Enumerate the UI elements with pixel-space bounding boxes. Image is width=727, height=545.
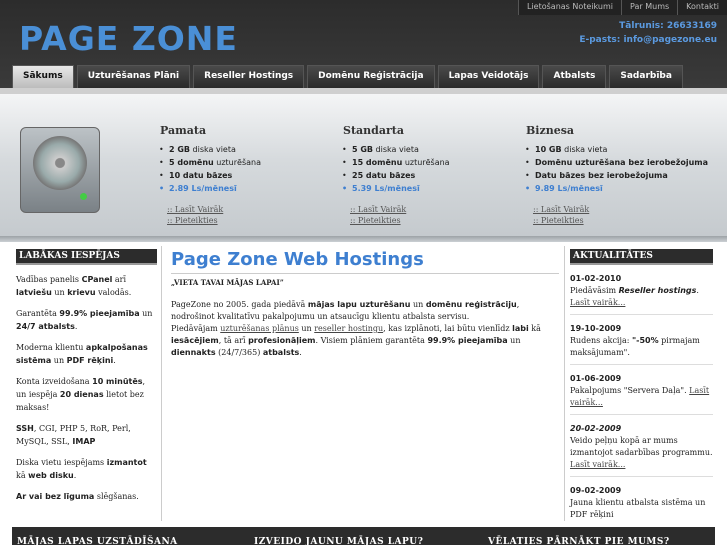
plan-title: Pamata [160, 124, 207, 137]
feature-text: Moderna klientu apkalpošanas sistēma un … [16, 343, 148, 365]
apply-link[interactable]: :: Pieteikties [167, 215, 305, 226]
main-content: Page Zone Web Hostings „VIETA TAVAI MĀJA… [171, 249, 559, 359]
sidebar-title: LABĀKAS IESPĒJAS [16, 249, 157, 265]
footer-heading-setup: MĀJAS LAPAS UZSTĀDĪŠANA [17, 537, 178, 545]
nav-partnership[interactable]: Sadarbība [609, 65, 683, 88]
footer-heading-create: IZVEIDO JAUNU MĀJAS LAPU? [254, 537, 424, 545]
plan-feature: 5 GB diska vieta [338, 143, 488, 156]
news-item: 09-02-2009 Jauna klientu atbalsta sistēm… [570, 485, 713, 521]
footer-bar: MĀJAS LAPAS UZSTĀDĪŠANA IZVEIDO JAUNU MĀ… [12, 527, 715, 545]
nav-reseller[interactable]: Reseller Hostings [193, 65, 305, 88]
site-logo[interactable]: PAGE ZONE [19, 19, 238, 58]
plan-price: 9.89 Ls/mēnesī [521, 182, 716, 195]
feature-text: Diska vietu iespējams izmantot kā web di… [16, 458, 147, 480]
top-links: Lietošanas Noteikumi Par Mums Kontakti [517, 0, 727, 15]
plan-feature: Datu bāzes bez ierobežojuma [521, 169, 716, 182]
phone-text: Tālrunis: 26633169 [619, 21, 717, 31]
plan-title: Biznesa [526, 124, 575, 137]
page-title: Page Zone Web Hostings [171, 249, 559, 274]
plan-basic: Pamata 2 GB diska vieta 5 domēnu uzturēš… [155, 124, 305, 226]
news-read-more-link[interactable]: Lasīt vairāk... [570, 298, 625, 307]
terms-link[interactable]: Lietošanas Noteikumi [517, 0, 621, 15]
apply-link[interactable]: :: Pieteikties [533, 215, 716, 226]
intro-text: PageZone no 2005. gada piedāvā mājas lap… [171, 300, 541, 357]
plans-banner: Pamata 2 GB diska vieta 5 domēnu uzturēš… [0, 94, 727, 240]
feature-text: Vadības panelis CPanel arī latviešu un k… [16, 275, 132, 297]
apply-link[interactable]: :: Pieteikties [350, 215, 488, 226]
plan-feature: 10 datu bāzes [155, 169, 305, 182]
nav-hosting-plans[interactable]: Uzturēšanas Plāni [76, 65, 191, 88]
nav-home[interactable]: Sākums [12, 65, 74, 88]
news-item: 19-10-2009 Rudens akcija: "-50% pirmajam… [570, 323, 713, 365]
news-item: 20-02-2009 Veido peļņu kopā ar mums izma… [570, 423, 713, 477]
news-date: 09-02-2009 [570, 486, 622, 495]
news-date: 20-02-2009 [570, 424, 622, 433]
column-divider [564, 246, 565, 521]
column-divider [161, 246, 162, 521]
feature-text: SSH, CGI, PHP 5, RoR, Perl, MySQL, SSL, … [16, 424, 131, 446]
slogan: „VIETA TAVAI MĀJAS LAPAI” [171, 278, 284, 287]
main-nav: Sākums Uzturēšanas Plāni Reseller Hostin… [12, 65, 683, 88]
news-title: AKTUALITĀTES [570, 249, 713, 265]
banner-divider [0, 236, 727, 242]
email-text: E-pasts: info@pagezone.eu [579, 35, 717, 45]
read-more-link[interactable]: :: Lasīt Vairāk [167, 204, 305, 215]
nav-domain-registration[interactable]: Domēnu Reģistrācija [307, 65, 435, 88]
header: Lietošanas Noteikumi Par Mums Kontakti P… [0, 0, 727, 88]
plan-feature: 2 GB diska vieta [155, 143, 305, 156]
feature-text: Garantēta 99.9% pieejamība un 24/7 atbal… [16, 309, 153, 331]
hard-drive-icon [20, 127, 100, 213]
plan-feature: 10 GB diska vieta [521, 143, 716, 156]
news-read-more-link[interactable]: Lasīt vairāk... [570, 460, 625, 469]
news-sidebar: AKTUALITĀTES 01-02-2010 Piedāvāsim Resel… [570, 249, 713, 521]
news-date: 19-10-2009 [570, 324, 622, 333]
feature-text: Ar vai bez līguma slēgšanas. [16, 492, 139, 501]
plan-title: Standarta [343, 124, 404, 137]
plan-price: 2.89 Ls/mēnesī [155, 182, 305, 195]
plan-feature: 5 domēnu uzturēšana [155, 156, 305, 169]
plan-price: 5.39 Ls/mēnesī [338, 182, 488, 195]
plan-feature: Domēnu uzturēšana bez ierobežojuma [521, 156, 716, 169]
plan-business: Biznesa 10 GB diska vieta Domēnu uzturēš… [521, 124, 716, 226]
reseller-link[interactable]: reseller hostingu [314, 324, 383, 333]
contacts-link[interactable]: Kontakti [677, 0, 727, 15]
read-more-link[interactable]: :: Lasīt Vairāk [533, 204, 716, 215]
news-item: 01-06-2009 Pakalpojums "Servera Daļa". L… [570, 373, 713, 415]
news-date: 01-02-2010 [570, 274, 622, 283]
hosting-plans-link[interactable]: uzturēšanas plānus [220, 324, 299, 333]
nav-support[interactable]: Atbalsts [542, 65, 607, 88]
plan-feature: 15 domēnu uzturēšana [338, 156, 488, 169]
news-item: 01-02-2010 Piedāvāsim Reseller hostings.… [570, 273, 713, 315]
contact-info: Tālrunis: 26633169 E-pasts: info@pagezon… [579, 19, 717, 47]
nav-site-builder[interactable]: Lapas Veidotājs [437, 65, 540, 88]
read-more-link[interactable]: :: Lasīt Vairāk [350, 204, 488, 215]
about-link[interactable]: Par Mums [621, 0, 677, 15]
feature-text: Konta izveidošana 10 minūtēs, un iespēja… [16, 377, 146, 412]
footer-heading-transfer: VĒLATIES PĀRNĀKT PIE MUMS? [488, 537, 670, 545]
news-date: 01-06-2009 [570, 374, 622, 383]
features-sidebar: LABĀKAS IESPĒJAS Vadības panelis CPanel … [16, 249, 157, 503]
plan-standard: Standarta 5 GB diska vieta 15 domēnu uzt… [338, 124, 488, 226]
plan-feature: 25 datu bāzes [338, 169, 488, 182]
